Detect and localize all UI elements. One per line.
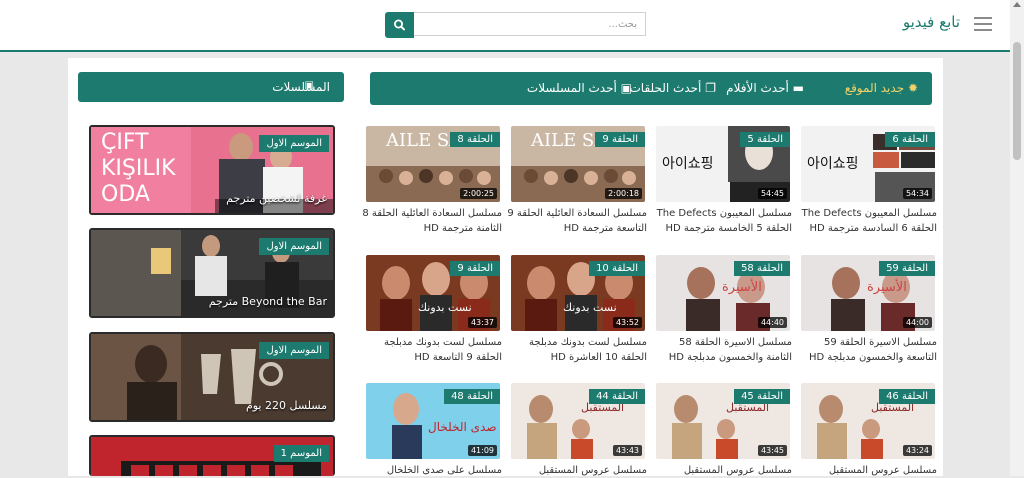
nav-item-movies[interactable]: ▬ أحدث الأفلام bbox=[726, 81, 804, 95]
episode-badge: الحلقة 46 bbox=[879, 389, 935, 404]
duration-label: 43:45 bbox=[757, 445, 787, 456]
episode-card[interactable]: نست بدونك الحلقة 10 43:52 مسلسل لست بدون… bbox=[511, 255, 647, 365]
duration-label: 43:43 bbox=[612, 445, 642, 456]
duration-label: 43:52 bbox=[612, 317, 642, 328]
series-title: Beyond the Bar مترجم bbox=[208, 295, 327, 308]
episode-title[interactable]: مسلسل المعيبون The Defects الحلقة 5 الخا… bbox=[652, 206, 792, 236]
episode-badge: الحلقة 6 bbox=[885, 132, 935, 147]
duration-label: 2:00:18 bbox=[605, 188, 642, 199]
season-badge: الموسم الاول bbox=[259, 238, 329, 255]
nav-item-new[interactable]: ✹ جديد الموقع bbox=[845, 81, 918, 95]
search-button[interactable] bbox=[385, 12, 414, 38]
episode-thumbnail[interactable]: المستقبل الحلقة 45 43:45 bbox=[656, 383, 790, 459]
episode-badge: الحلقة 59 bbox=[879, 261, 935, 276]
scroll-up-arrow-icon[interactable] bbox=[1013, 2, 1021, 7]
episode-title[interactable]: مسلسل المعيبون The Defects الحلقة 6 السا… bbox=[797, 206, 937, 236]
episode-card[interactable]: AILE SAADE الحلقة 8 2:00:25 مسلسل السعاد… bbox=[362, 126, 502, 236]
film-icon: ▬ bbox=[792, 81, 804, 95]
scroll-thumb[interactable] bbox=[1013, 42, 1021, 160]
duration-label: 43:24 bbox=[902, 445, 932, 456]
duration-label: 54:34 bbox=[902, 188, 932, 199]
page-scrollbar[interactable] bbox=[1010, 0, 1024, 476]
duration-label: 54:45 bbox=[757, 188, 787, 199]
episode-title[interactable]: مسلسل السعادة العائلية الحلقة 9 التاسعة … bbox=[507, 206, 647, 236]
duration-label: 44:00 bbox=[902, 317, 932, 328]
episode-title[interactable]: مسلسل السعادة العائلية الحلقة 8 الثامنة … bbox=[362, 206, 502, 236]
episode-card[interactable]: الأسيرة الحلقة 59 44:00 مسلسل الاسيرة ال… bbox=[801, 255, 937, 365]
thumb-text-naseeb: نست بدونك bbox=[563, 301, 617, 314]
hamburger-menu-icon[interactable] bbox=[974, 17, 992, 31]
sidebar-series-card[interactable]: ÇIFT KIŞILIK ODA الموسم الاول غرفة لشخصي… bbox=[89, 125, 335, 215]
season-badge: الموسم 1 bbox=[273, 445, 329, 462]
site-header: تابع فيديو بحث... bbox=[0, 0, 1010, 52]
episode-thumbnail[interactable]: المستقبل الحلقة 44 43:43 bbox=[511, 383, 645, 459]
poster-text-cift: ÇIFT bbox=[101, 130, 149, 155]
episode-badge: الحلقة 10 bbox=[589, 261, 645, 276]
thumb-text-aseera: الأسيرة bbox=[722, 278, 762, 295]
sidebar-series-card[interactable]: الموسم الاول مسلسل 220 يوم bbox=[89, 332, 335, 422]
episode-thumbnail[interactable]: نست بدونك الحلقة 9 43:37 bbox=[366, 255, 500, 331]
duration-label: 44:40 bbox=[757, 317, 787, 328]
episode-thumbnail[interactable]: AILE SAADE الحلقة 9 2:00:18 bbox=[511, 126, 645, 202]
episode-card[interactable]: المستقبل الحلقة 45 43:45 مسلسل عروس المس… bbox=[656, 383, 792, 478]
episode-thumbnail[interactable]: AILE SAADE الحلقة 8 2:00:25 bbox=[366, 126, 500, 202]
episode-card[interactable]: نست بدونك الحلقة 9 43:37 مسلسل لست بدونك… bbox=[366, 255, 502, 365]
episode-thumbnail[interactable]: نست بدونك الحلقة 10 43:52 bbox=[511, 255, 645, 331]
episode-thumbnail[interactable]: على صدى الخلخال الحلقة 48 41:09 bbox=[366, 383, 500, 459]
episode-badge: الحلقة 5 bbox=[740, 132, 790, 147]
duration-label: 41:09 bbox=[467, 445, 497, 456]
episode-thumbnail[interactable]: الأسيرة الحلقة 58 44:40 bbox=[656, 255, 790, 331]
search-bar: بحث... bbox=[385, 12, 648, 38]
sun-icon: ✹ bbox=[907, 81, 918, 95]
episode-thumbnail[interactable]: المستقبل الحلقة 46 43:24 bbox=[801, 383, 935, 459]
episode-card[interactable]: AILE SAADE الحلقة 9 2:00:18 مسلسل السعاد… bbox=[507, 126, 647, 236]
site-brand[interactable]: تابع فيديو bbox=[903, 13, 960, 31]
episode-badge: الحلقة 58 bbox=[734, 261, 790, 276]
episode-card[interactable]: على صدى الخلخال الحلقة 48 41:09 مسلسل عل… bbox=[366, 383, 502, 478]
nav-item-series[interactable]: ▣ أحدث المسلسلات bbox=[527, 81, 632, 95]
thumb-text-aseera: الأسيرة bbox=[867, 278, 907, 295]
season-badge: الموسم الاول bbox=[259, 135, 329, 152]
episode-badge: الحلقة 48 bbox=[444, 389, 500, 404]
series-title: مسلسل 220 يوم bbox=[245, 399, 327, 412]
episode-card[interactable]: 아이쇼핑 الحلقة 6 54:34 مسلسل المعيبون The D… bbox=[801, 126, 937, 236]
episode-thumbnail[interactable]: الأسيرة الحلقة 59 44:00 bbox=[801, 255, 935, 331]
episode-card[interactable]: المستقبل الحلقة 44 43:43 مسلسل عروس المس… bbox=[511, 383, 647, 478]
copy-icon: ❐ bbox=[705, 81, 716, 95]
duration-label: 43:37 bbox=[467, 317, 497, 328]
episode-badge: الحلقة 45 bbox=[734, 389, 790, 404]
episode-card[interactable]: الأسيرة الحلقة 58 44:40 مسلسل الاسيرة ال… bbox=[656, 255, 792, 365]
poster-text-kisilik: KIŞILIK bbox=[101, 156, 176, 181]
episode-card[interactable]: المستقبل الحلقة 46 43:24 مسلسل عروس المس… bbox=[801, 383, 937, 478]
episode-title[interactable]: مسلسل لست بدونك مدبلجة الحلقة 10 العاشرة… bbox=[507, 335, 647, 365]
episode-badge: الحلقة 44 bbox=[589, 389, 645, 404]
sidebar-series-card[interactable]: الموسم الاول Beyond the Bar مترجم bbox=[89, 228, 335, 318]
season-badge: الموسم الاول bbox=[259, 342, 329, 359]
episode-card[interactable]: 아이쇼핑 الحلقة 5 54:45 مسلسل المعيبون The D… bbox=[656, 126, 792, 236]
nav-item-episodes[interactable]: ❐ أحدث الحلقات bbox=[630, 81, 717, 95]
episode-thumbnail[interactable]: 아이쇼핑 الحلقة 5 54:45 bbox=[656, 126, 790, 202]
search-input[interactable]: بحث... bbox=[414, 12, 646, 36]
episode-badge: الحلقة 9 bbox=[595, 132, 645, 147]
episode-badge: الحلقة 9 bbox=[450, 261, 500, 276]
main-nav-bar: ✹ جديد الموقع ▬ أحدث الأفلام ❐ أحدث الحل… bbox=[370, 72, 932, 105]
episode-thumbnail[interactable]: 아이쇼핑 الحلقة 6 54:34 bbox=[801, 126, 935, 202]
episode-title[interactable]: مسلسل الاسيرة الحلقة 58 الثامنة والخمسون… bbox=[652, 335, 792, 365]
episode-badge: الحلقة 8 bbox=[450, 132, 500, 147]
search-icon bbox=[393, 19, 405, 31]
thumb-text-naseeb: نست بدونك bbox=[418, 301, 472, 314]
episode-title[interactable]: مسلسل الاسيرة الحلقة 59 التاسعة والخمسون… bbox=[797, 335, 937, 365]
series-title: غرفة لشخصين مترجم bbox=[226, 192, 327, 205]
episode-title[interactable]: مسلسل لست بدونك مدبلجة الحلقة 9 التاسعة … bbox=[362, 335, 502, 365]
thumb-text-echo: على صدى الخلخال bbox=[428, 420, 500, 434]
duration-label: 2:00:25 bbox=[460, 188, 497, 199]
content-container: ▣ المسلسلات ÇIFT KIŞILIK ODA الموسم الاو… bbox=[68, 58, 943, 476]
thumb-text-korean: 아이쇼핑 bbox=[807, 156, 859, 172]
tv-icon: ▣ bbox=[620, 81, 632, 95]
poster-text-oda: ODA bbox=[101, 182, 150, 207]
sidebar-series-card[interactable]: الموسم 1 bbox=[89, 435, 335, 476]
sidebar-header[interactable]: ▣ المسلسلات bbox=[78, 72, 344, 102]
thumb-text-korean: 아이쇼핑 bbox=[662, 156, 714, 172]
sidebar-title: المسلسلات bbox=[272, 80, 330, 94]
